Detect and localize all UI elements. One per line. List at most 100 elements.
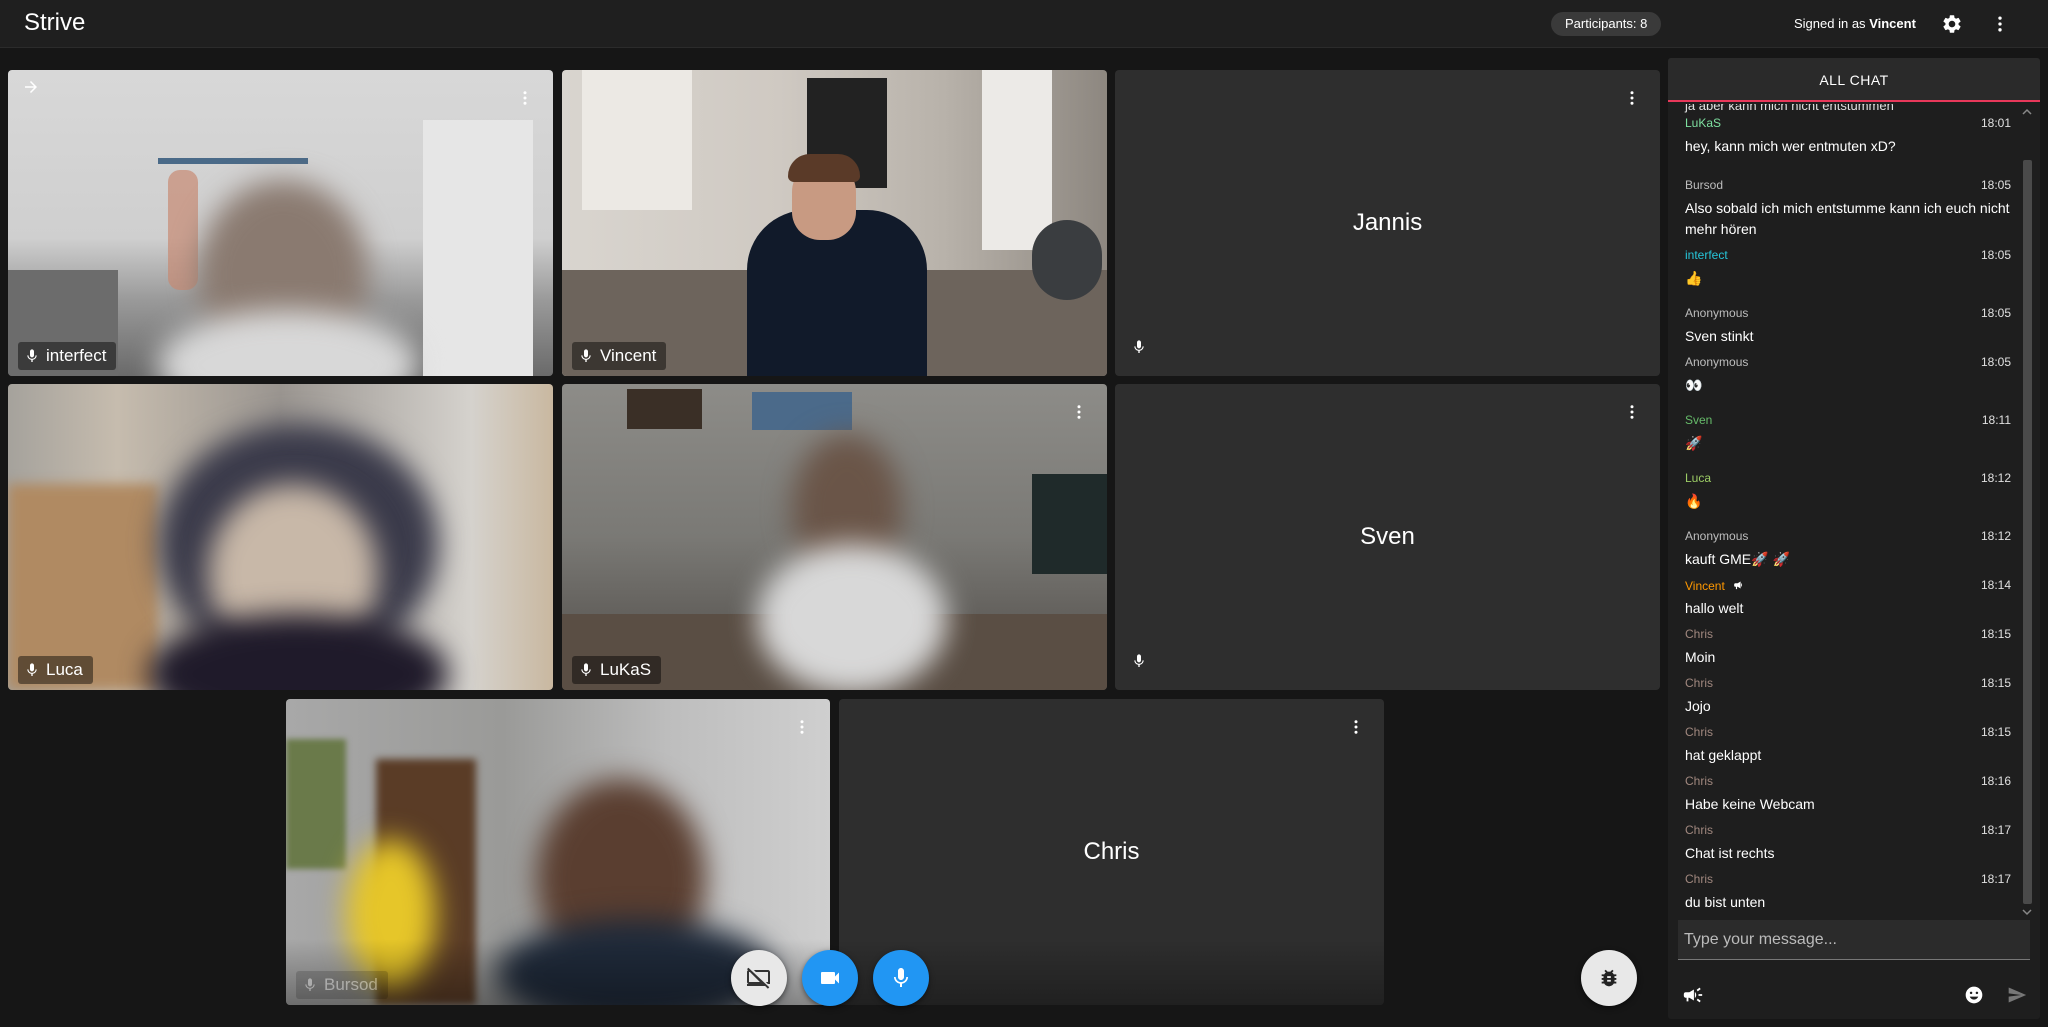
- video-feed: [8, 70, 553, 376]
- send-icon[interactable]: [2007, 985, 2027, 1010]
- chat-message: Chris 18:16 Habe keine Webcam: [1685, 774, 2011, 815]
- tile-menu-icon[interactable]: [1622, 402, 1642, 422]
- chat-message-text: du bist unten: [1685, 894, 1766, 910]
- mic-icon: [1131, 339, 1147, 360]
- tile-name: Vincent: [600, 346, 657, 365]
- chat-message-author: Chris: [1685, 627, 1714, 641]
- mic-icon: [581, 349, 591, 362]
- screen-share-off-icon[interactable]: [731, 950, 787, 1006]
- chat-message-text: Jojo: [1685, 698, 1711, 714]
- chat-message: Vincent 18:14 hallo welt: [1685, 578, 2011, 619]
- participants-count[interactable]: Participants: 8: [1551, 12, 1662, 36]
- mic-icon: [581, 663, 591, 676]
- chat-message-meta: Vincent 18:14: [1685, 578, 2011, 594]
- videocam-icon[interactable]: [802, 950, 858, 1006]
- chat-message: Anonymous 18:12 kauft GME🚀 🚀: [1685, 529, 2011, 570]
- signed-in-label: Signed in as Vincent: [1794, 16, 1916, 31]
- chat-message-time: 18:01: [1980, 116, 2011, 130]
- mic-icon: [305, 978, 315, 991]
- chat-message-time: 18:05: [1980, 355, 2011, 369]
- chat-message-text: Chat ist rechts: [1685, 845, 1775, 861]
- chat-message-time: 18:12: [1980, 471, 2011, 485]
- chat-message-text: 👍: [1685, 270, 1703, 286]
- chat-message-text: 🚀: [1685, 435, 1703, 451]
- chat-message-author: Anonymous: [1685, 306, 1749, 320]
- chat-message-author: Chris: [1685, 725, 1714, 739]
- chat-message-meta: interfect 18:05: [1685, 248, 2011, 264]
- video-tile-interfect[interactable]: interfect: [8, 70, 553, 376]
- chat-message-author: Chris: [1685, 676, 1714, 690]
- chat-message-time: 18:16: [1980, 774, 2011, 788]
- chat-message-author: Bursod: [1685, 178, 1724, 192]
- emoji-icon[interactable]: [1964, 985, 1984, 1010]
- chat-message-time: 18:14: [1980, 578, 2011, 592]
- tile-name: interfect: [46, 346, 107, 365]
- tile-name-tag: Vincent: [572, 342, 667, 370]
- chat-message-meta: Anonymous 18:05: [1685, 355, 2011, 371]
- chat-message: Chris 18:17 Chat ist rechts: [1685, 823, 2011, 864]
- chat-message-time: 18:11: [1981, 413, 2011, 427]
- chat-scroll-thumb[interactable]: [2023, 160, 2032, 904]
- more-vert-icon[interactable]: [1988, 12, 2012, 36]
- gear-icon[interactable]: [1940, 12, 1964, 36]
- chat-message-time: 18:17: [1980, 872, 2011, 886]
- megaphone-icon: [1733, 581, 1742, 590]
- video-tile-luca[interactable]: Luca: [8, 384, 553, 690]
- chat-message-meta: Anonymous 18:05: [1685, 306, 2011, 322]
- chat-message-author: Anonymous: [1685, 355, 1749, 369]
- tile-name: LuKaS: [600, 660, 652, 679]
- tile-menu-icon[interactable]: [1622, 88, 1642, 108]
- tile-menu-icon[interactable]: [1069, 402, 1089, 422]
- chat-message-meta: Chris 18:15: [1685, 627, 2011, 643]
- chat-message: Chris 18:17 du bist unten: [1685, 872, 2011, 913]
- chat-message-author: Anonymous: [1685, 529, 1749, 543]
- chat-message-author: Chris: [1685, 872, 1714, 886]
- video-tile-jannis[interactable]: Jannis: [1115, 70, 1660, 376]
- chat-message-time: 18:12: [1980, 529, 2011, 543]
- mic-icon[interactable]: [873, 950, 929, 1006]
- megaphone-icon[interactable]: [1682, 984, 1704, 1011]
- chat-message-meta: Anonymous 18:12: [1685, 529, 2011, 545]
- arrow-right-icon[interactable]: [22, 78, 40, 101]
- tile-name-tag: Bursod: [296, 971, 388, 999]
- chat-message-time: 18:15: [1980, 676, 2011, 690]
- chat-message-time: 18:05: [1980, 306, 2011, 320]
- chat-message-text: Habe keine Webcam: [1685, 796, 1815, 812]
- signed-in-user: Vincent: [1869, 16, 1916, 31]
- bug-icon[interactable]: [1581, 950, 1637, 1006]
- chat-message-time: 18:05: [1980, 178, 2011, 192]
- video-tile-vincent[interactable]: Vincent: [562, 70, 1107, 376]
- chat-message-time: 18:15: [1980, 725, 2011, 739]
- tile-menu-icon[interactable]: [792, 717, 812, 737]
- video-tile-sven[interactable]: Sven: [1115, 384, 1660, 690]
- chat-message-text: hey, kann mich wer entmuten xD?: [1685, 138, 1896, 154]
- tile-menu-icon[interactable]: [1346, 717, 1366, 737]
- chat-message-author: interfect: [1685, 248, 1728, 262]
- video-tile-lukas[interactable]: LuKaS: [562, 384, 1107, 690]
- chat-message-text: ja aber kann mich nicht entstummen: [1685, 104, 1894, 113]
- chat-header[interactable]: ALL CHAT: [1668, 58, 2040, 102]
- mic-icon: [27, 663, 37, 676]
- chat-message-author: Luca: [1685, 471, 1712, 485]
- top-bar: Strive Participants: 8 Signed in as Vinc…: [0, 0, 2048, 48]
- chat-message: Sven 18:11 🚀: [1685, 413, 2011, 454]
- chat-message-meta: Chris 18:15: [1685, 676, 2011, 692]
- chat-message-meta: Luca 18:12: [1685, 471, 2011, 487]
- chat-message-author: Chris: [1685, 823, 1714, 837]
- tile-menu-icon[interactable]: [515, 88, 535, 108]
- chat-message-list[interactable]: ja aber kann mich nicht entstummen LuKaS…: [1668, 104, 2022, 970]
- chat-message-text: Sven stinkt: [1685, 328, 1754, 344]
- chat-message-input[interactable]: [1678, 920, 2030, 960]
- chat-message-text: hat geklappt: [1685, 747, 1762, 763]
- chat-message-time: 18:15: [1980, 627, 2011, 641]
- video-feed: [8, 384, 553, 690]
- chat-message-meta: Chris 18:15: [1685, 725, 2011, 741]
- tile-name-tag: Luca: [18, 656, 93, 684]
- chat-message-meta: Chris 18:16: [1685, 774, 2011, 790]
- chat-message-meta: Sven 18:11: [1685, 413, 2011, 429]
- tile-name: Luca: [46, 660, 83, 679]
- video-feed: [562, 70, 1107, 376]
- chat-message: Chris 18:15 hat geklappt: [1685, 725, 2011, 766]
- signed-in-prefix: Signed in as: [1794, 16, 1866, 31]
- chat-message-author: Sven: [1685, 413, 1713, 427]
